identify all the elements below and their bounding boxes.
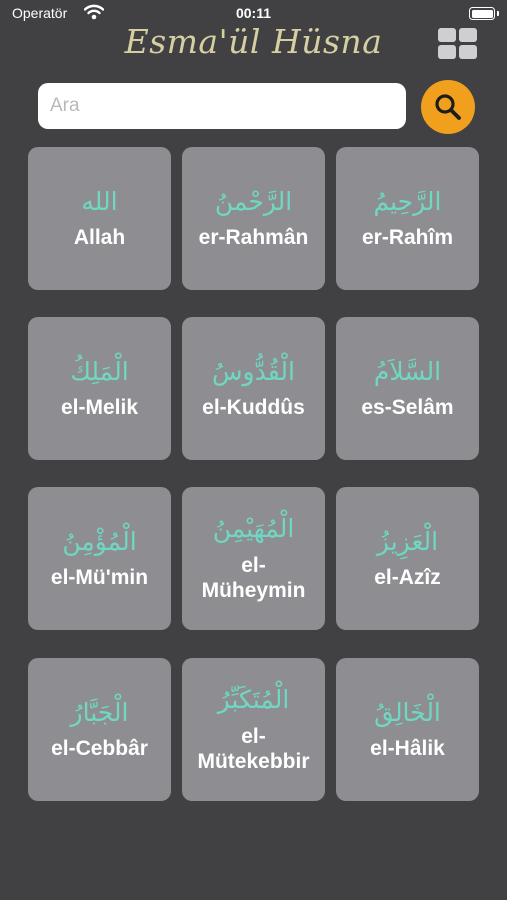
name-card[interactable]: الرَّحِيمُ er-Rahîm (336, 147, 479, 290)
grid-layout-icon[interactable] (438, 28, 477, 59)
name-latin: el-Hâlik (370, 737, 445, 761)
name-arabic: الرَّحْمنُ (214, 187, 293, 217)
battery-icon (469, 7, 499, 20)
name-latin: er-Rahmân (198, 226, 309, 250)
search-icon (435, 94, 461, 120)
name-arabic: الْخَالِقُ (374, 698, 441, 728)
name-card[interactable]: الْجَبَّارُ el-Cebbâr (28, 658, 171, 801)
name-latin: el-Cebbâr (51, 737, 148, 761)
name-card[interactable]: الْمُهَيْمِنُ el- Müheymin (182, 487, 325, 630)
name-card[interactable]: الْخَالِقُ el-Hâlik (336, 658, 479, 801)
name-latin: er-Rahîm (361, 226, 454, 250)
name-card[interactable]: الْعَزِيزُ el-Azîz (336, 487, 479, 630)
search-input[interactable] (38, 83, 406, 129)
app-title: Esma'ül Hüsna (124, 22, 383, 61)
name-card[interactable]: الْمَلِكُ el-Melik (28, 317, 171, 460)
name-latin: el-Melik (60, 396, 139, 420)
name-arabic: الْمُؤْمِنُ (62, 527, 137, 557)
name-card[interactable]: الْقُدُّوسُ el-Kuddûs (182, 317, 325, 460)
name-card[interactable]: الله Allah (28, 147, 171, 290)
name-card[interactable]: الْمُؤْمِنُ el-Mü'min (28, 487, 171, 630)
name-latin: el-Azîz (374, 566, 441, 590)
name-card[interactable]: السَّلاَمُ es-Selâm (336, 317, 479, 460)
name-card[interactable]: الرَّحْمنُ er-Rahmân (182, 147, 325, 290)
name-latin: el- Mütekebbir (197, 724, 310, 774)
name-latin: el-Kuddûs (202, 396, 305, 420)
name-arabic: الْقُدُّوسُ (212, 357, 295, 387)
name-arabic: الْمُهَيْمِنُ (212, 514, 295, 544)
name-arabic: الرَّحِيمُ (373, 187, 442, 217)
status-time: 00:11 (235, 5, 272, 21)
name-arabic: الله (81, 187, 118, 217)
name-arabic: الْمُتَكَبِّرُ (217, 685, 290, 715)
name-latin: es-Selâm (361, 396, 454, 420)
name-latin: el-Mü'min (50, 566, 149, 590)
name-arabic: الْجَبَّارُ (70, 698, 129, 728)
name-latin: el- Müheymin (201, 553, 306, 603)
search-button[interactable] (421, 80, 475, 134)
name-card[interactable]: الْمُتَكَبِّرُ el- Mütekebbir (182, 658, 325, 801)
name-arabic: الْمَلِكُ (70, 357, 129, 387)
name-arabic: السَّلاَمُ (373, 357, 442, 387)
name-arabic: الْعَزِيزُ (376, 527, 439, 557)
name-latin: Allah (73, 226, 126, 250)
